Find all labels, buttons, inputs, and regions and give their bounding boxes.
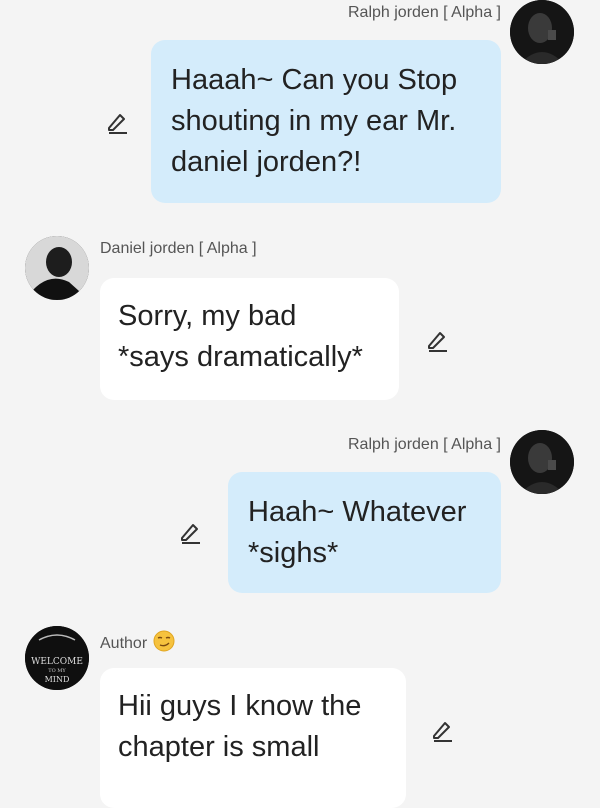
sender-name: Ralph jorden [ Alpha ] bbox=[348, 436, 501, 453]
avatar-author[interactable]: WELCOME TO MY MIND bbox=[25, 626, 89, 690]
sender-name: Daniel jorden [ Alpha ] bbox=[100, 240, 257, 257]
smirk-emoji-icon bbox=[153, 630, 175, 652]
message-text: daniel jorden?! bbox=[171, 146, 362, 178]
avatar-text: MIND bbox=[45, 675, 70, 684]
message-bubble: Haaah~ Can you Stop shouting in my ear M… bbox=[151, 40, 501, 203]
message-bubble: Hii guys I know the chapter is small bbox=[100, 668, 406, 808]
avatar-text: WELCOME bbox=[31, 657, 83, 667]
pencil-icon[interactable] bbox=[105, 110, 129, 134]
message-text: *says dramatically* bbox=[118, 341, 363, 373]
message-bubble: Sorry, my bad *says dramatically* bbox=[100, 278, 399, 400]
message-text: Haah~ Whatever bbox=[248, 496, 467, 528]
pencil-icon[interactable] bbox=[425, 328, 449, 352]
message-text: Hii guys I know the bbox=[118, 690, 362, 722]
message-text: Haaah~ Can you Stop bbox=[171, 64, 458, 96]
message-text: *sighs* bbox=[248, 537, 339, 569]
avatar-text: TO MY bbox=[48, 668, 66, 674]
message-text: chapter is small bbox=[118, 731, 320, 763]
pencil-icon[interactable] bbox=[430, 718, 454, 742]
avatar-ralph[interactable] bbox=[510, 0, 574, 64]
message-bubble: Haah~ Whatever *sighs* bbox=[228, 472, 501, 593]
message-text: shouting in my ear Mr. bbox=[171, 105, 457, 137]
pencil-icon[interactable] bbox=[178, 520, 202, 544]
sender-name-author: Author bbox=[100, 630, 175, 653]
message-text: Sorry, my bad bbox=[118, 300, 297, 332]
sender-name: Ralph jorden [ Alpha ] bbox=[348, 4, 501, 21]
avatar-ralph[interactable] bbox=[510, 430, 574, 494]
avatar-daniel[interactable] bbox=[25, 236, 89, 300]
sender-name: Author bbox=[100, 635, 148, 652]
